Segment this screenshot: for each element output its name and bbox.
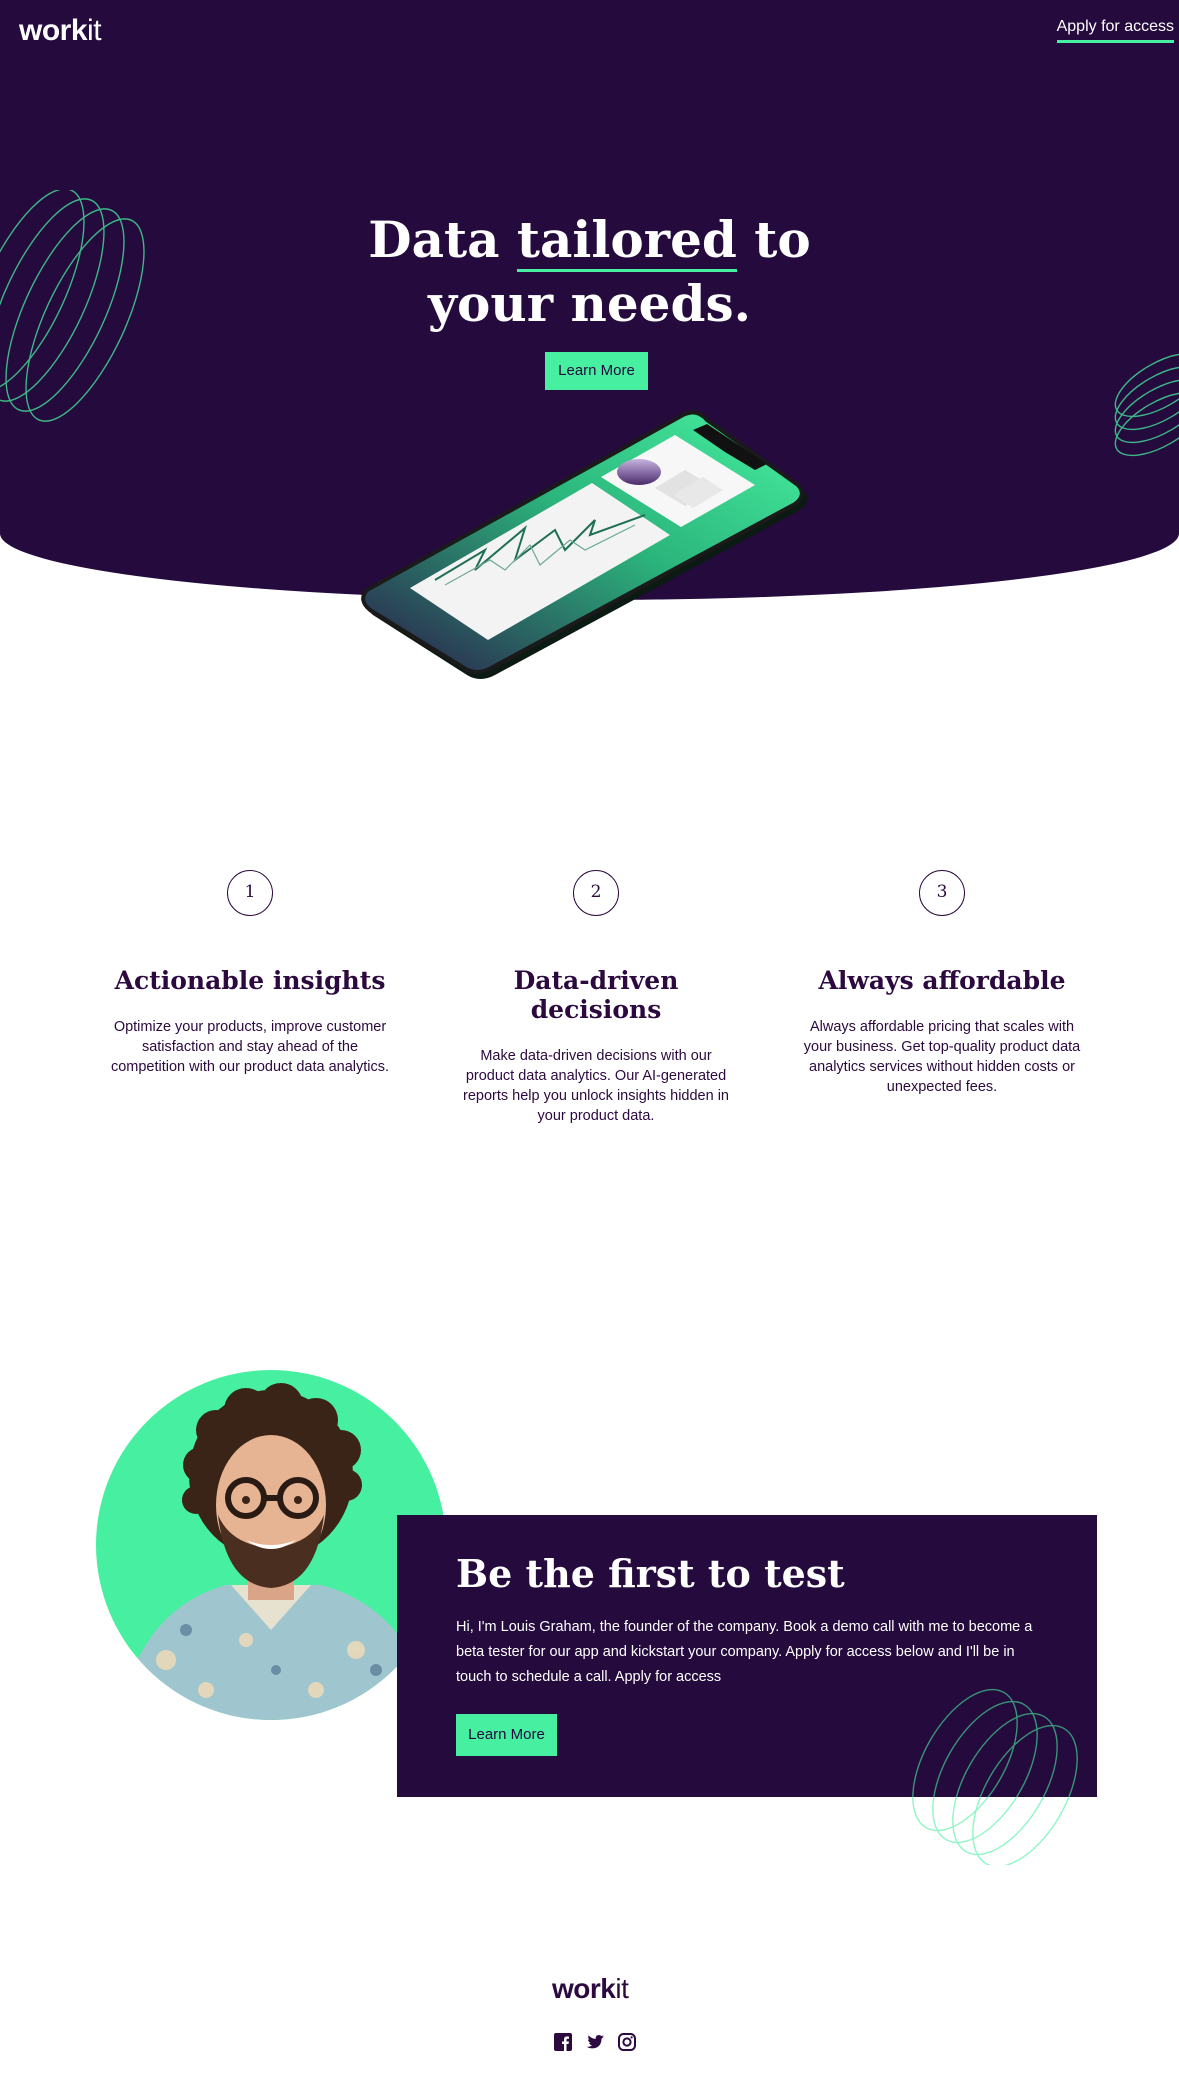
feature-card-3: 3 Always affordable Always affordable pr… <box>797 870 1087 1097</box>
phone-illustration <box>361 410 808 679</box>
logo-light-text: it <box>87 14 102 47</box>
twitter-icon[interactable] <box>585 2032 605 2052</box>
cta-learn-more-button[interactable]: Learn More <box>456 1714 557 1756</box>
feature-number-badge: 3 <box>919 870 965 916</box>
apply-for-access-link[interactable]: Apply for access <box>1056 18 1174 43</box>
feature-number-badge: 2 <box>573 870 619 916</box>
feature-title: Always affordable <box>818 966 1066 995</box>
hero-title-underlined: tailored <box>516 210 737 272</box>
hero-title-line2: your needs. <box>428 274 751 333</box>
founder-photo-illustration <box>117 1383 435 1720</box>
feature-title: Actionable insights <box>114 966 386 995</box>
feature-text: Make data-driven decisions with our prod… <box>463 1048 729 1124</box>
instagram-icon[interactable] <box>617 2032 637 2052</box>
feature-text: Always affordable pricing that scales wi… <box>803 1019 1081 1095</box>
logo-bold-text: work <box>552 1973 616 2004</box>
hero-title: Data tailored to your needs. <box>0 208 1179 336</box>
founder-avatar <box>96 1370 446 1720</box>
hero-title-part2: to <box>736 210 811 269</box>
feature-card-2: 2 Data-driven decisions Make data-driven… <box>451 870 741 1126</box>
logo-bold-text: work <box>19 14 88 47</box>
logo-light-text: it <box>615 1973 629 2004</box>
feature-title: Data-driven decisions <box>513 966 679 1024</box>
decorative-swirl-cta <box>912 1688 1078 1865</box>
hero-title-part1: Data <box>368 210 517 269</box>
feature-number-badge: 1 <box>227 870 273 916</box>
footer-logo[interactable]: workit <box>552 1973 629 2005</box>
cta-title: Be the first to test <box>456 1551 845 1596</box>
facebook-icon[interactable] <box>553 2032 573 2052</box>
feature-text: Optimize your products, improve customer… <box>110 1019 390 1075</box>
social-links <box>553 2032 637 2052</box>
header-logo[interactable]: workit <box>19 14 102 48</box>
feature-card-1: 1 Actionable insights Optimize your prod… <box>105 870 395 1077</box>
hero-learn-more-button[interactable]: Learn More <box>545 352 648 390</box>
decorative-swirl-right <box>1114 352 1179 457</box>
cta-text: Hi, I'm Louis Graham, the founder of the… <box>456 1619 1033 1685</box>
